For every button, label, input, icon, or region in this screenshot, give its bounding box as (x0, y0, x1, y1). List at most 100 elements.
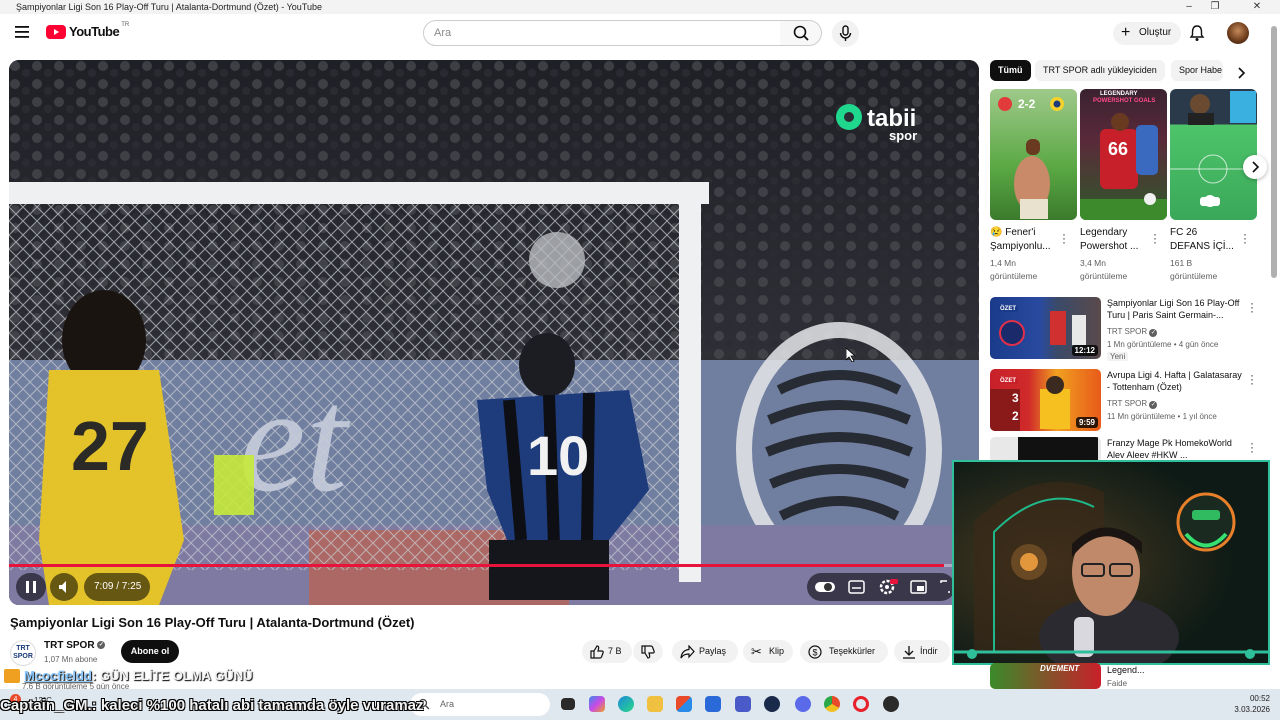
chevron-right-icon[interactable] (1236, 66, 1246, 80)
mouse-cursor-icon (846, 348, 856, 362)
short-views-line: 161 B (1170, 258, 1193, 268)
score-away: 2 (1012, 409, 1019, 423)
clip-button[interactable]: ✂ Klip (743, 640, 793, 663)
dislike-button[interactable] (633, 640, 663, 663)
download-label: İndir (920, 646, 938, 656)
short-views: 3,4 Mn görüntüleme (1080, 257, 1160, 283)
scissors-icon: ✂ (751, 644, 762, 659)
close-icon[interactable]: ✕ (1244, 0, 1270, 14)
chip-all[interactable]: Tümü (990, 60, 1031, 81)
thanks-button[interactable]: $ Teşekkürler (800, 640, 888, 663)
edge-icon[interactable] (618, 696, 634, 712)
short-title-line: Legendary (1080, 227, 1128, 238)
video-thumbnail[interactable]: DVEMENT (990, 663, 1101, 689)
video-channel[interactable]: TRT SPOR ✓ (1107, 399, 1158, 409)
subtitles-icon (848, 580, 865, 594)
short-thumbnail[interactable]: LEGENDARY POWERSHOT GOALS 66 (1080, 89, 1167, 220)
window-title: Şampiyonlar Ligi Son 16 Play-Off Turu | … (16, 2, 322, 12)
minimize-icon[interactable]: – (1176, 0, 1202, 14)
player-right-controls (807, 573, 955, 601)
video-meta: 11 Mn görüntüleme • 1 yıl önce (1107, 412, 1217, 421)
video-title-link[interactable]: Franzy Mage Pk HomekoWorld Alev Aleev #H… (1107, 437, 1247, 461)
thanks-label: Teşekkürler (829, 646, 876, 656)
short-jersey-number: 66 (1108, 139, 1129, 159)
chip-sports-news[interactable]: Spor Habe (1171, 60, 1223, 81)
like-button[interactable]: 7 B (582, 640, 632, 663)
thumbs-up-icon (590, 645, 604, 659)
video-channel[interactable]: Faide (1107, 679, 1127, 688)
subscribe-button[interactable]: Abone ol (121, 640, 179, 663)
store-icon[interactable] (676, 696, 692, 712)
menu-icon[interactable] (15, 26, 29, 38)
opera-icon[interactable] (853, 696, 869, 712)
page-scrollbar-thumb[interactable] (1271, 26, 1277, 278)
short-title-line: Şampiyonlu... (990, 241, 1051, 252)
voice-search-button[interactable] (832, 20, 859, 47)
thumbs-down-icon (641, 645, 655, 659)
short-score: 2-2 (1018, 97, 1036, 111)
more-options-icon[interactable]: · · · (1249, 297, 1255, 317)
video-title-link[interactable]: Avrupa Ligi 4. Hafta | Galatasaray - Tot… (1107, 369, 1247, 393)
video-channel[interactable]: TRT SPOR ✓ (1107, 327, 1158, 337)
short-title[interactable]: 😢 Fener'i Şampiyonlu... (990, 226, 1060, 254)
short-thumbnail[interactable]: 2-2 (990, 89, 1077, 220)
video-player[interactable]: et 27 10 tabii spor (9, 60, 979, 605)
download-button[interactable]: İndir (894, 640, 950, 663)
more-options-icon[interactable]: · · · (1242, 228, 1248, 248)
teams-icon[interactable] (705, 696, 721, 712)
webcam-overlay (952, 460, 1270, 665)
short-views-line: görüntüleme (1080, 271, 1128, 281)
short-title[interactable]: Legendary Powershot ... (1080, 226, 1150, 254)
channel-name-text: TRT SPOR (1107, 399, 1148, 408)
taskbar-clock[interactable]: 00:52 3.03.2026 (1222, 693, 1270, 715)
more-options-icon[interactable]: · · · (1152, 228, 1158, 248)
chip-from-uploader[interactable]: TRT SPOR adlı yükleyiciden (1035, 60, 1165, 81)
new-badge: Yeni (1107, 352, 1129, 361)
obs-icon[interactable] (883, 696, 899, 712)
chrome-icon[interactable] (824, 696, 840, 712)
copilot-icon[interactable] (589, 696, 605, 712)
short-title-line: FC 26 (1170, 227, 1198, 238)
pause-button[interactable] (16, 573, 46, 601)
chat-user: Captain_GM (0, 697, 88, 714)
share-button[interactable]: Paylaş (672, 640, 738, 663)
taskbar-search[interactable]: Ara (410, 693, 550, 716)
short-views: 161 B görüntüleme (1170, 257, 1250, 283)
video-thumbnail[interactable]: ÖZET 3 2 9:59 (990, 369, 1101, 431)
short-title[interactable]: FC 26 DEFANS İÇİ... (1170, 226, 1240, 254)
video-title-link[interactable]: Legend... (1107, 664, 1247, 676)
country-code: TR (121, 22, 130, 28)
search-button[interactable] (780, 20, 822, 46)
window-titlebar: Şampiyonlar Ligi Son 16 Play-Off Turu | … (0, 0, 1280, 14)
tabii-sub: spor (889, 128, 917, 143)
short-views: 1,4 Mn görüntüleme (990, 257, 1070, 283)
taskview-icon[interactable] (561, 698, 575, 710)
video-title-link[interactable]: Şampiyonlar Ligi Son 16 Play-Off Turu | … (1107, 297, 1247, 321)
verified-icon: ✓ (1149, 401, 1158, 409)
search-input[interactable]: Ara (423, 20, 781, 46)
maximize-icon[interactable]: ❐ (1202, 0, 1228, 14)
short-title-line: DEFANS İÇİ... (1170, 241, 1234, 252)
chevron-right-icon (1252, 161, 1260, 173)
shorts-next-button[interactable] (1243, 155, 1267, 179)
more-options-icon[interactable]: · · · (1249, 369, 1255, 389)
discord-icon[interactable] (795, 696, 811, 712)
user-avatar[interactable] (1227, 22, 1249, 44)
volume-button[interactable] (50, 573, 78, 601)
clock-time: 00:52 (1249, 694, 1270, 703)
explorer-icon[interactable] (647, 696, 663, 712)
more-options-icon[interactable]: · · · (1249, 437, 1255, 457)
youtube-logo[interactable]: YouTube TR (46, 22, 130, 39)
video-thumbnail[interactable]: ÖZET 12:12 (990, 297, 1101, 359)
thumb-badge: ÖZET (998, 306, 1018, 312)
steam-icon[interactable] (764, 696, 780, 712)
logo-text: YouTube (69, 24, 120, 39)
channel-name[interactable]: TRT SPOR ✓ (44, 640, 106, 651)
short-views-line: görüntüleme (990, 271, 1038, 281)
create-button[interactable]: + Oluştur (1113, 22, 1181, 45)
more-options-icon[interactable]: · · · (1061, 228, 1067, 248)
teams-icon[interactable] (735, 696, 751, 712)
share-label: Paylaş (699, 646, 727, 656)
notifications-bell-icon[interactable] (1189, 24, 1205, 42)
channel-avatar[interactable]: TRT SPOR (10, 640, 36, 666)
